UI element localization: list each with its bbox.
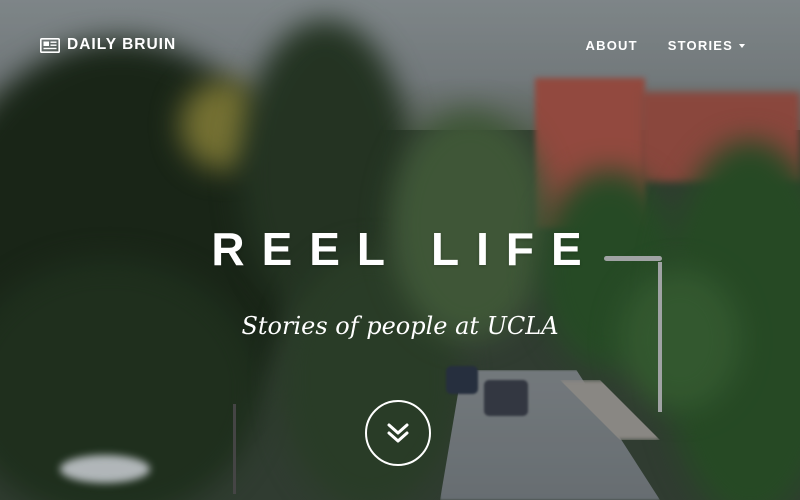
- scroll-down-button[interactable]: [365, 400, 431, 466]
- caret-down-icon: [739, 44, 745, 48]
- brand-name: DAILY BRUIN: [67, 36, 177, 53]
- top-nav: DAILY BRUIN ABOUT STORIES: [0, 0, 800, 90]
- nav-item-label: ABOUT: [585, 38, 638, 53]
- brand-link[interactable]: DAILY BRUIN: [40, 36, 176, 54]
- page-subtitle: Stories of people at UCLA: [241, 312, 559, 340]
- nav-menu: ABOUT STORIES: [586, 38, 745, 53]
- double-chevron-down-icon: [387, 423, 409, 443]
- nav-item-label: STORIES: [667, 38, 733, 53]
- nav-item-about[interactable]: ABOUT: [586, 38, 638, 53]
- hero-section: DAILY BRUIN ABOUT STORIES REEL LIFE Stor…: [0, 0, 800, 500]
- page-title: REEL LIFE: [211, 223, 599, 275]
- nav-item-stories[interactable]: STORIES: [668, 38, 745, 53]
- newspaper-icon: [40, 37, 60, 53]
